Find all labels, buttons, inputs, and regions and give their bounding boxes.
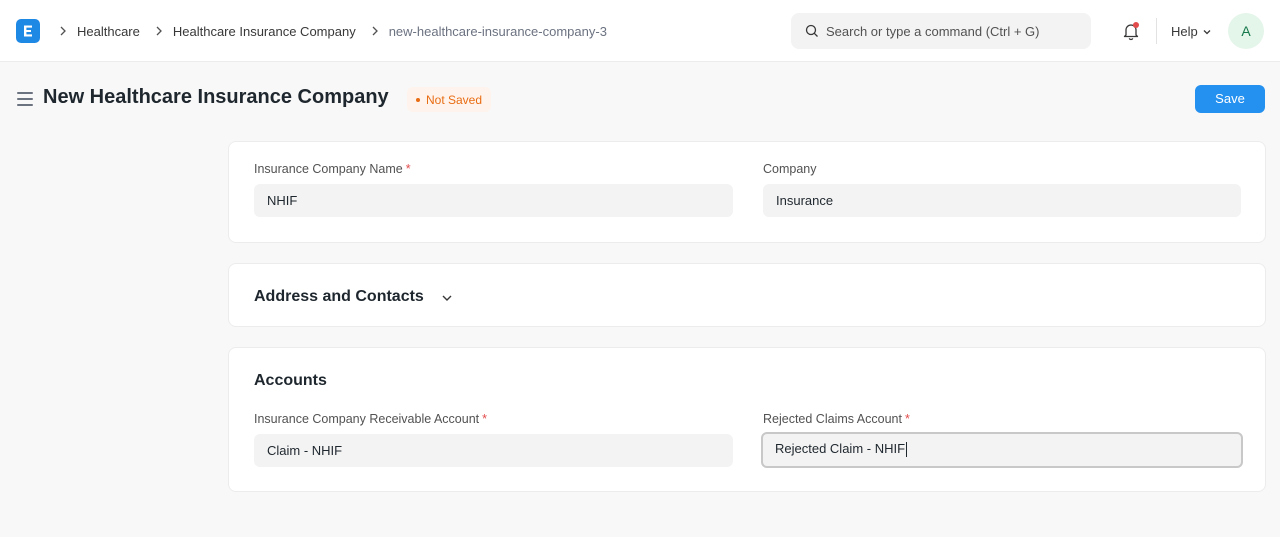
- page-title: New Healthcare Insurance Company: [43, 86, 389, 108]
- insurance-company-name-value: NHIF: [267, 193, 298, 208]
- company-value: Insurance: [776, 193, 834, 208]
- save-button[interactable]: Save: [1195, 85, 1265, 113]
- status-badge: Not Saved: [407, 87, 492, 112]
- navbar-divider: [1156, 18, 1157, 44]
- rejected-claims-account-label-text: Rejected Claims Account: [763, 412, 902, 426]
- receivable-account-value: Claim - NHIF: [267, 443, 343, 458]
- chevron-down-icon[interactable]: [441, 292, 453, 304]
- address-and-contacts-section[interactable]: Address and Contacts: [228, 263, 1266, 327]
- chevron-right-icon: [60, 26, 66, 36]
- chevron-down-icon: [1203, 29, 1211, 34]
- required-marker: *: [405, 162, 411, 176]
- accounts-section: Accounts Insurance Company Receivable Ac…: [228, 347, 1266, 492]
- accounts-heading: Accounts: [254, 372, 327, 389]
- details-section: Insurance Company Name * NHIF Company Ins…: [228, 141, 1266, 243]
- required-marker: *: [482, 412, 488, 426]
- text-caret: [906, 442, 908, 458]
- insurance-company-name-field[interactable]: NHIF: [254, 184, 733, 217]
- search-placeholder: Search or type a command (Ctrl + G): [826, 24, 1040, 39]
- rejected-claims-account-label: Rejected Claims Account *: [763, 412, 910, 426]
- avatar[interactable]: A: [1228, 13, 1264, 49]
- receivable-account-field[interactable]: Claim - NHIF: [254, 434, 733, 467]
- status-dot: [416, 97, 420, 102]
- search-icon: [805, 24, 818, 37]
- app-logo-icon[interactable]: [16, 19, 40, 43]
- help-label: Help: [1171, 24, 1198, 39]
- breadcrumb-current-document[interactable]: new-healthcare-insurance-company-3: [389, 24, 607, 39]
- breadcrumb: Healthcare Healthcare Insurance Company …: [55, 22, 618, 40]
- company-field[interactable]: Insurance: [763, 184, 1241, 217]
- status-text: Not Saved: [426, 92, 483, 107]
- receivable-account-label-text: Insurance Company Receivable Account: [254, 412, 480, 426]
- chevron-right-icon: [372, 26, 378, 36]
- chevron-right-icon: [156, 26, 162, 36]
- insurance-company-name-label-text: Insurance Company Name: [254, 162, 403, 176]
- insurance-company-name-label: Insurance Company Name *: [254, 162, 411, 176]
- navbar: Healthcare Healthcare Insurance Company …: [0, 0, 1280, 62]
- breadcrumb-healthcare-insurance-company[interactable]: Healthcare Insurance Company: [173, 24, 356, 39]
- required-marker: *: [904, 412, 910, 426]
- awesomebar-search-input[interactable]: Search or type a command (Ctrl + G): [791, 13, 1091, 49]
- company-label: Company: [763, 162, 817, 176]
- receivable-account-label: Insurance Company Receivable Account *: [254, 412, 487, 426]
- address-and-contacts-heading[interactable]: Address and Contacts: [254, 288, 424, 306]
- help-dropdown[interactable]: Help: [1171, 24, 1212, 39]
- notification-dot: [1133, 22, 1139, 28]
- hamburger-icon[interactable]: [17, 92, 33, 106]
- rejected-claims-account-value: Rejected Claim - NHIF: [775, 441, 906, 456]
- breadcrumb-healthcare[interactable]: Healthcare: [77, 24, 140, 39]
- rejected-claims-account-field[interactable]: Rejected Claim - NHIF: [761, 432, 1243, 468]
